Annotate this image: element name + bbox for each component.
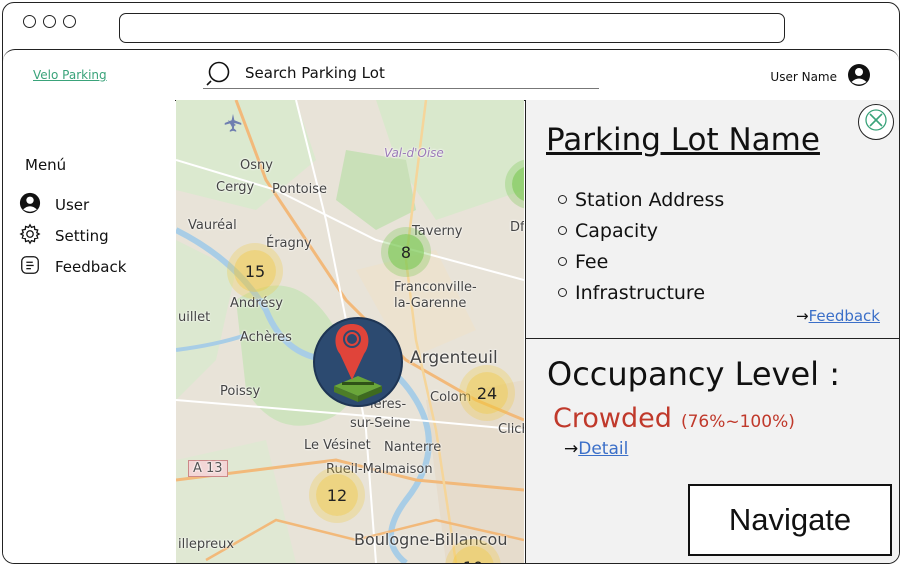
status-range: (76%~100%) — [680, 412, 795, 432]
map-label: Vauréal — [188, 218, 237, 233]
sidebar-item-setting[interactable]: Setting — [19, 223, 109, 249]
map-label: Achères — [240, 330, 292, 345]
user-name-label: User Name — [770, 70, 837, 84]
status-label: Crowded — [553, 403, 672, 434]
user-menu[interactable]: User Name — [770, 63, 871, 91]
map-label: sur-Seine — [350, 416, 411, 431]
map-label: uillet — [178, 310, 211, 325]
map-cluster[interactable]: 8 — [388, 234, 424, 270]
close-button[interactable] — [858, 104, 894, 140]
detail-label: Infrastructure — [575, 281, 706, 304]
occupancy-panel: Occupancy Level : Crowded (76%~100%) →De… — [525, 339, 899, 563]
map-view[interactable]: Osny Cergy Pontoise Vauréal Éragny Taver… — [176, 100, 524, 563]
close-window-dot[interactable] — [23, 15, 36, 28]
detail-link[interactable]: Detail — [578, 439, 628, 459]
map-label: Pontoise — [272, 182, 328, 197]
map-cluster[interactable]: 15 — [234, 250, 276, 292]
feedback-link[interactable]: Feedback — [809, 307, 880, 325]
detail-item: Fee — [558, 246, 724, 277]
detail-item: Capacity — [558, 215, 724, 246]
map-label: Poissy — [220, 384, 261, 399]
sidebar-item-feedback[interactable]: Feedback — [19, 254, 126, 280]
sidebar-item-label: Feedback — [55, 258, 127, 276]
parking-lot-name: Parking Lot Name — [546, 122, 820, 158]
arrow-icon: → — [795, 307, 809, 325]
detail-item: Infrastructure — [558, 277, 724, 308]
feedback-link-row: →Feedback — [796, 307, 880, 325]
occupancy-title: Occupancy Level : — [547, 355, 840, 393]
detail-label: Capacity — [575, 219, 659, 242]
maximize-window-dot[interactable] — [63, 15, 76, 28]
bullet-icon — [558, 226, 567, 235]
map-cluster[interactable]: 12 — [316, 474, 358, 516]
search-icon — [205, 61, 235, 91]
map-label: Argenteuil — [410, 348, 498, 368]
title-bar — [3, 3, 899, 49]
sidebar-item-label: Setting — [55, 227, 109, 245]
browser-window: Velo Parking Search Parking Lot User Nam… — [2, 2, 900, 564]
map-label: Cergy — [216, 180, 255, 195]
occupancy-status: Crowded (76%~100%) — [553, 403, 795, 434]
map-label: Boulogne-Billancou — [354, 530, 508, 549]
top-navbar: Velo Parking Search Parking Lot User Nam… — [3, 49, 899, 101]
map-label: illepreux — [178, 537, 235, 552]
bullet-icon — [558, 288, 567, 297]
brand-link[interactable]: Velo Parking — [33, 68, 107, 82]
map-label: Franconville-la-Garenne — [394, 280, 477, 311]
map-label: Df — [510, 220, 524, 235]
map-label: Éragny — [266, 236, 312, 251]
detail-label: Fee — [575, 250, 609, 273]
detail-label: Station Address — [575, 188, 725, 211]
map-label: Clich — [498, 422, 524, 437]
parking-lot-info-panel: Parking Lot Name Station Address Capacit… — [525, 100, 899, 339]
map-label: A 13 — [188, 460, 228, 477]
close-icon — [865, 109, 887, 135]
search-bar[interactable]: Search Parking Lot — [203, 58, 599, 89]
menu-title: Menú — [25, 156, 67, 174]
address-bar[interactable] — [119, 13, 785, 43]
map-label: Val-d'Oise — [384, 146, 444, 160]
map-label: Nanterre — [384, 440, 442, 455]
search-input[interactable]: Search Parking Lot — [245, 64, 385, 82]
detail-item: Station Address — [558, 184, 724, 215]
detail-link-row: →Detail — [564, 439, 628, 459]
sidebar-item-label: User — [55, 196, 90, 214]
window-controls — [23, 15, 76, 28]
gear-icon — [19, 223, 41, 249]
bullet-icon — [558, 257, 567, 266]
map-label: Osny — [240, 158, 273, 173]
navigate-button[interactable]: Navigate — [688, 484, 892, 556]
user-icon — [19, 192, 41, 218]
bullet-icon — [558, 195, 567, 204]
map-label: Le Vésinet — [304, 438, 371, 453]
feedback-icon — [19, 254, 41, 280]
map-cluster[interactable]: 24 — [466, 372, 508, 414]
map-label: Taverny — [412, 224, 463, 239]
parking-details-list: Station Address Capacity Fee Infrastruct… — [558, 184, 724, 308]
sidebar-menu: Menú User Setting Feedback — [3, 100, 175, 563]
avatar-icon[interactable] — [847, 63, 871, 91]
minimize-window-dot[interactable] — [43, 15, 56, 28]
map-label: Andrésy — [230, 296, 283, 311]
sidebar-item-user[interactable]: User — [19, 192, 89, 218]
arrow-icon: → — [564, 439, 579, 459]
